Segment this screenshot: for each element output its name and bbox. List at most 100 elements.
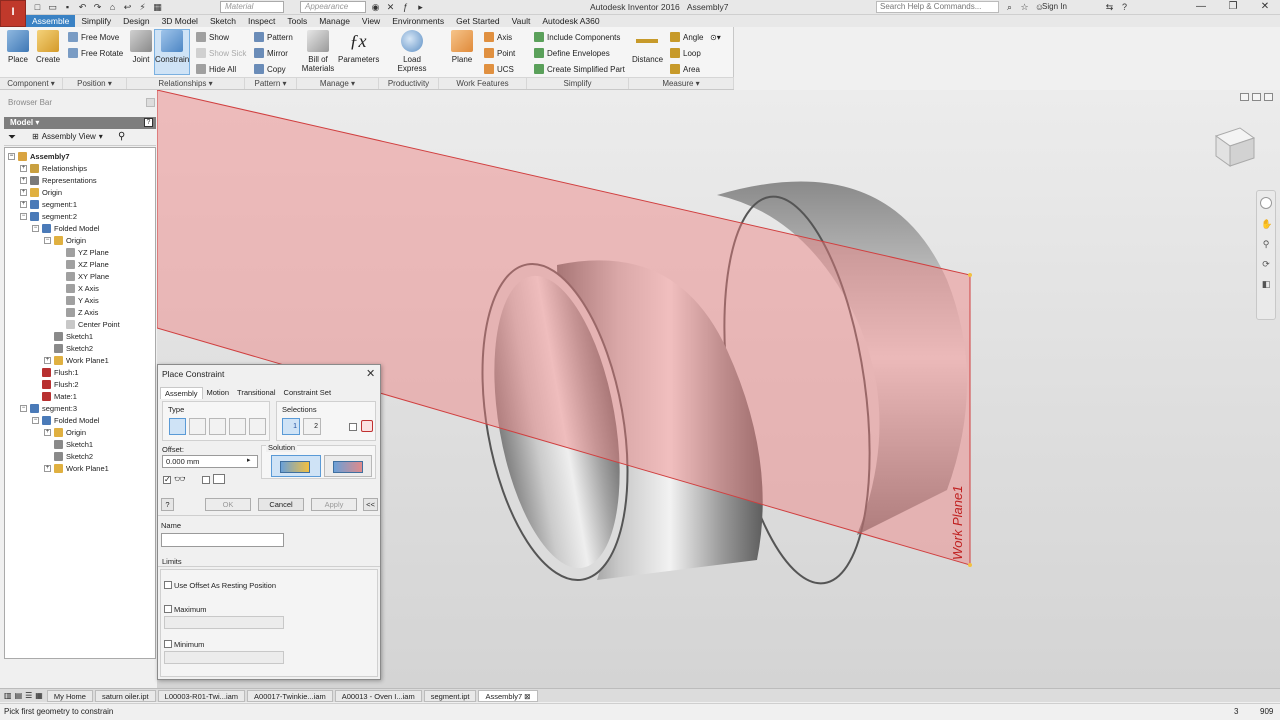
place-button[interactable]: Place — [6, 30, 30, 64]
point-button[interactable]: Point — [484, 47, 515, 59]
collapse-icon[interactable]: − — [44, 236, 51, 244]
viewport-minimize-button[interactable] — [1240, 93, 1249, 101]
minimize-button[interactable]: — — [1186, 0, 1216, 14]
free-rotate-button[interactable]: Free Rotate — [68, 47, 123, 59]
tab-manage[interactable]: Manage — [313, 15, 356, 27]
search-icon[interactable]: ⌕ — [1004, 2, 1015, 13]
panel-label[interactable]: Productivity — [379, 78, 439, 89]
browser-model-dropdown[interactable]: Model ▾ — [4, 117, 156, 129]
tree-node[interactable]: Center Point — [56, 318, 120, 330]
expand-icon[interactable]: + — [44, 356, 51, 364]
new-icon[interactable]: □ — [32, 2, 43, 13]
adjust-icon[interactable]: ▸ — [415, 2, 426, 13]
cancel-button[interactable]: Cancel — [258, 498, 304, 511]
document-tab[interactable]: segment.ipt — [423, 689, 477, 702]
include-components-button[interactable]: Include Components — [534, 31, 620, 43]
use-offset-checkbox[interactable] — [164, 581, 172, 589]
tree-node[interactable]: Sketch1 — [44, 438, 93, 450]
tree-node[interactable]: − Assembly7 — [8, 150, 70, 162]
tab-view[interactable]: View — [356, 15, 386, 27]
tree-node[interactable]: Sketch2 — [44, 342, 93, 354]
tree-node[interactable]: + Work Plane1 — [44, 462, 109, 474]
ucs-button[interactable]: UCS — [484, 63, 514, 75]
create-simplified-part-button[interactable]: Create Simplified Part — [534, 63, 625, 75]
tab-design[interactable]: Design — [117, 15, 155, 27]
dialog-close-button[interactable]: ✕ — [366, 367, 375, 380]
appearance-select[interactable]: Appearance — [300, 1, 366, 13]
tree-node[interactable]: X Axis — [56, 282, 99, 294]
maximize-button[interactable]: ❐ — [1218, 0, 1248, 14]
collapse-icon[interactable]: − — [20, 404, 27, 412]
selection-1-button[interactable]: 1 — [282, 418, 300, 435]
redo-icon[interactable]: ↷ — [92, 2, 103, 13]
panel-label[interactable]: Relationships ▾ — [127, 78, 245, 89]
cascade-icon[interactable]: ▤ — [15, 691, 23, 700]
tab-simplify[interactable]: Simplify — [75, 15, 117, 27]
expand-icon[interactable]: + — [44, 428, 51, 436]
expand-icon[interactable]: + — [20, 176, 27, 184]
update-icon[interactable]: ⚡ — [137, 2, 148, 13]
tab-vault[interactable]: Vault — [506, 15, 537, 27]
look-at-icon[interactable]: ◧ — [1261, 279, 1271, 289]
tree-node[interactable]: Flush:2 — [32, 378, 79, 390]
tree-node[interactable]: Mate:1 — [32, 390, 77, 402]
tree-node[interactable]: − segment:2 — [20, 210, 77, 222]
apply-button[interactable]: Apply — [311, 498, 357, 511]
tree-node[interactable]: Sketch1 — [44, 330, 93, 342]
tab-3d-model[interactable]: 3D Model — [156, 15, 204, 27]
name-input[interactable] — [161, 533, 284, 547]
collapse-icon[interactable]: − — [20, 212, 27, 220]
tree-node[interactable]: + segment:1 — [20, 198, 77, 210]
tree-node[interactable]: XY Plane — [56, 270, 109, 282]
tree-node[interactable]: YZ Plane — [56, 246, 109, 258]
load-express-button[interactable]: Load Express — [388, 30, 436, 73]
predict-offset-icon[interactable] — [361, 420, 373, 432]
document-tab[interactable]: Assembly7 ⊠ — [478, 689, 538, 702]
tree-node[interactable]: − Origin — [44, 234, 86, 246]
joint-button[interactable]: Joint — [130, 30, 152, 64]
mirror-button[interactable]: Mirror — [254, 47, 288, 59]
show-preview-checkbox[interactable] — [163, 475, 171, 484]
fx-icon[interactable]: ƒ — [400, 2, 411, 13]
plane-button[interactable]: Plane — [450, 30, 474, 64]
axis-button[interactable]: Axis — [484, 31, 512, 43]
dialog-tab-transitional[interactable]: Transitional — [233, 387, 280, 399]
tree-node[interactable]: + Work Plane1 — [44, 354, 109, 366]
constrain-button[interactable]: Constrain — [155, 30, 189, 64]
expand-icon[interactable]: + — [44, 464, 51, 472]
material-select[interactable]: Material — [220, 1, 284, 13]
clear-icon[interactable]: ✕ — [385, 2, 396, 13]
close-tab-icon[interactable]: ⊠ — [522, 692, 530, 701]
find-icon[interactable]: ⚲ — [118, 131, 125, 142]
document-tab[interactable]: saturn oiler.ipt — [94, 689, 156, 702]
tree-node[interactable]: + Representations — [20, 174, 97, 186]
show-button[interactable]: Show — [196, 31, 229, 43]
expand-icon[interactable]: + — [20, 164, 27, 172]
tab-autodesk-a360[interactable]: Autodesk A360 — [536, 15, 605, 27]
parameters-button[interactable]: ƒx Parameters — [338, 30, 379, 64]
tree-node[interactable]: Z Axis — [56, 306, 98, 318]
panel-label[interactable]: Position ▾ — [63, 78, 127, 89]
collapse-button[interactable]: << — [363, 498, 378, 511]
tab-tools[interactable]: Tools — [281, 15, 313, 27]
show-sick-button[interactable]: Show Sick — [196, 47, 246, 59]
minimum-checkbox[interactable] — [164, 640, 172, 648]
document-tab[interactable]: My Home — [46, 689, 93, 702]
collapse-icon[interactable]: − — [32, 416, 39, 424]
application-menu-button[interactable]: I — [0, 0, 26, 27]
mate-solution-button[interactable] — [271, 455, 321, 477]
expand-icon[interactable]: + — [20, 200, 27, 208]
orbit-icon[interactable]: ⟳ — [1261, 259, 1271, 269]
collapse-icon[interactable]: − — [32, 224, 39, 232]
document-tab[interactable]: A00017-Twinkie...iam — [247, 689, 333, 702]
collapse-icon[interactable]: − — [8, 152, 15, 160]
chevron-right-icon[interactable]: ▸ — [247, 456, 251, 464]
loop-button[interactable]: Loop — [670, 47, 701, 59]
first-occurrence-checkbox[interactable] — [349, 423, 357, 431]
panel-label[interactable]: Component ▾ — [0, 78, 63, 89]
offset-input[interactable]: 0.000 mm — [162, 455, 258, 468]
home-icon[interactable]: ⌂ — [107, 2, 118, 13]
limits-tab[interactable]: Limits — [160, 557, 184, 566]
dialog-tab-assembly[interactable]: Assembly — [160, 387, 203, 399]
open-icon[interactable]: ▭ — [47, 2, 58, 13]
